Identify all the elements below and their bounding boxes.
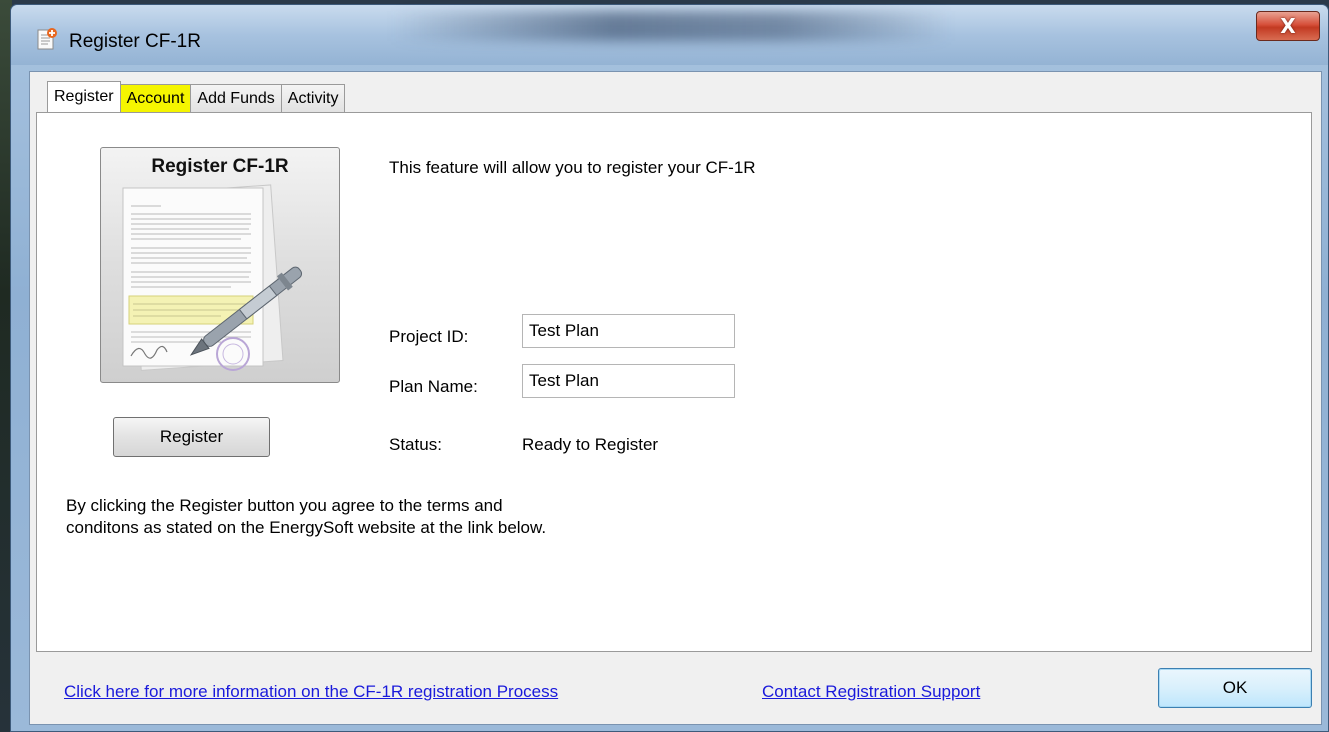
status-value: Ready to Register — [522, 435, 659, 454]
pen-signing-document-image — [122, 184, 303, 371]
terms-text: By clicking the Register button you agre… — [66, 496, 547, 537]
register-document-icon — [37, 28, 57, 50]
plan-name-label: Plan Name: — [389, 377, 478, 396]
tab-activity[interactable]: Activity — [280, 84, 346, 112]
dialog-client-area: Register Account Add Funds Activity Regi… — [29, 71, 1322, 725]
project-id-input[interactable] — [522, 314, 735, 348]
register-button[interactable]: Register — [113, 417, 270, 457]
register-feature-image: Register CF-1R — [100, 147, 340, 383]
project-id-label: Project ID: — [389, 327, 469, 346]
status-label: Status: — [389, 435, 442, 454]
ok-button[interactable]: OK — [1158, 668, 1312, 708]
tab-register[interactable]: Register — [47, 81, 121, 112]
tab-add-funds[interactable]: Add Funds — [190, 84, 282, 112]
close-icon: X — [1280, 14, 1296, 38]
register-tab-panel: Register CF-1R This feature will allow y… — [36, 112, 1312, 652]
register-dialog: Register CF-1R X Register Account Add Fu… — [10, 4, 1329, 732]
tab-account[interactable]: Account — [119, 84, 192, 112]
close-button[interactable]: X — [1256, 11, 1320, 41]
feature-description: This feature will allow you to register … — [389, 158, 756, 177]
contact-support-link[interactable]: Contact Registration Support — [762, 682, 980, 702]
window-title: Register CF-1R — [69, 31, 201, 52]
registration-info-link[interactable]: Click here for more information on the C… — [64, 682, 558, 702]
plan-name-input[interactable] — [522, 364, 735, 398]
title-bar[interactable]: Register CF-1R X — [11, 5, 1328, 65]
tab-strip: Register Account Add Funds Activity — [47, 81, 346, 112]
